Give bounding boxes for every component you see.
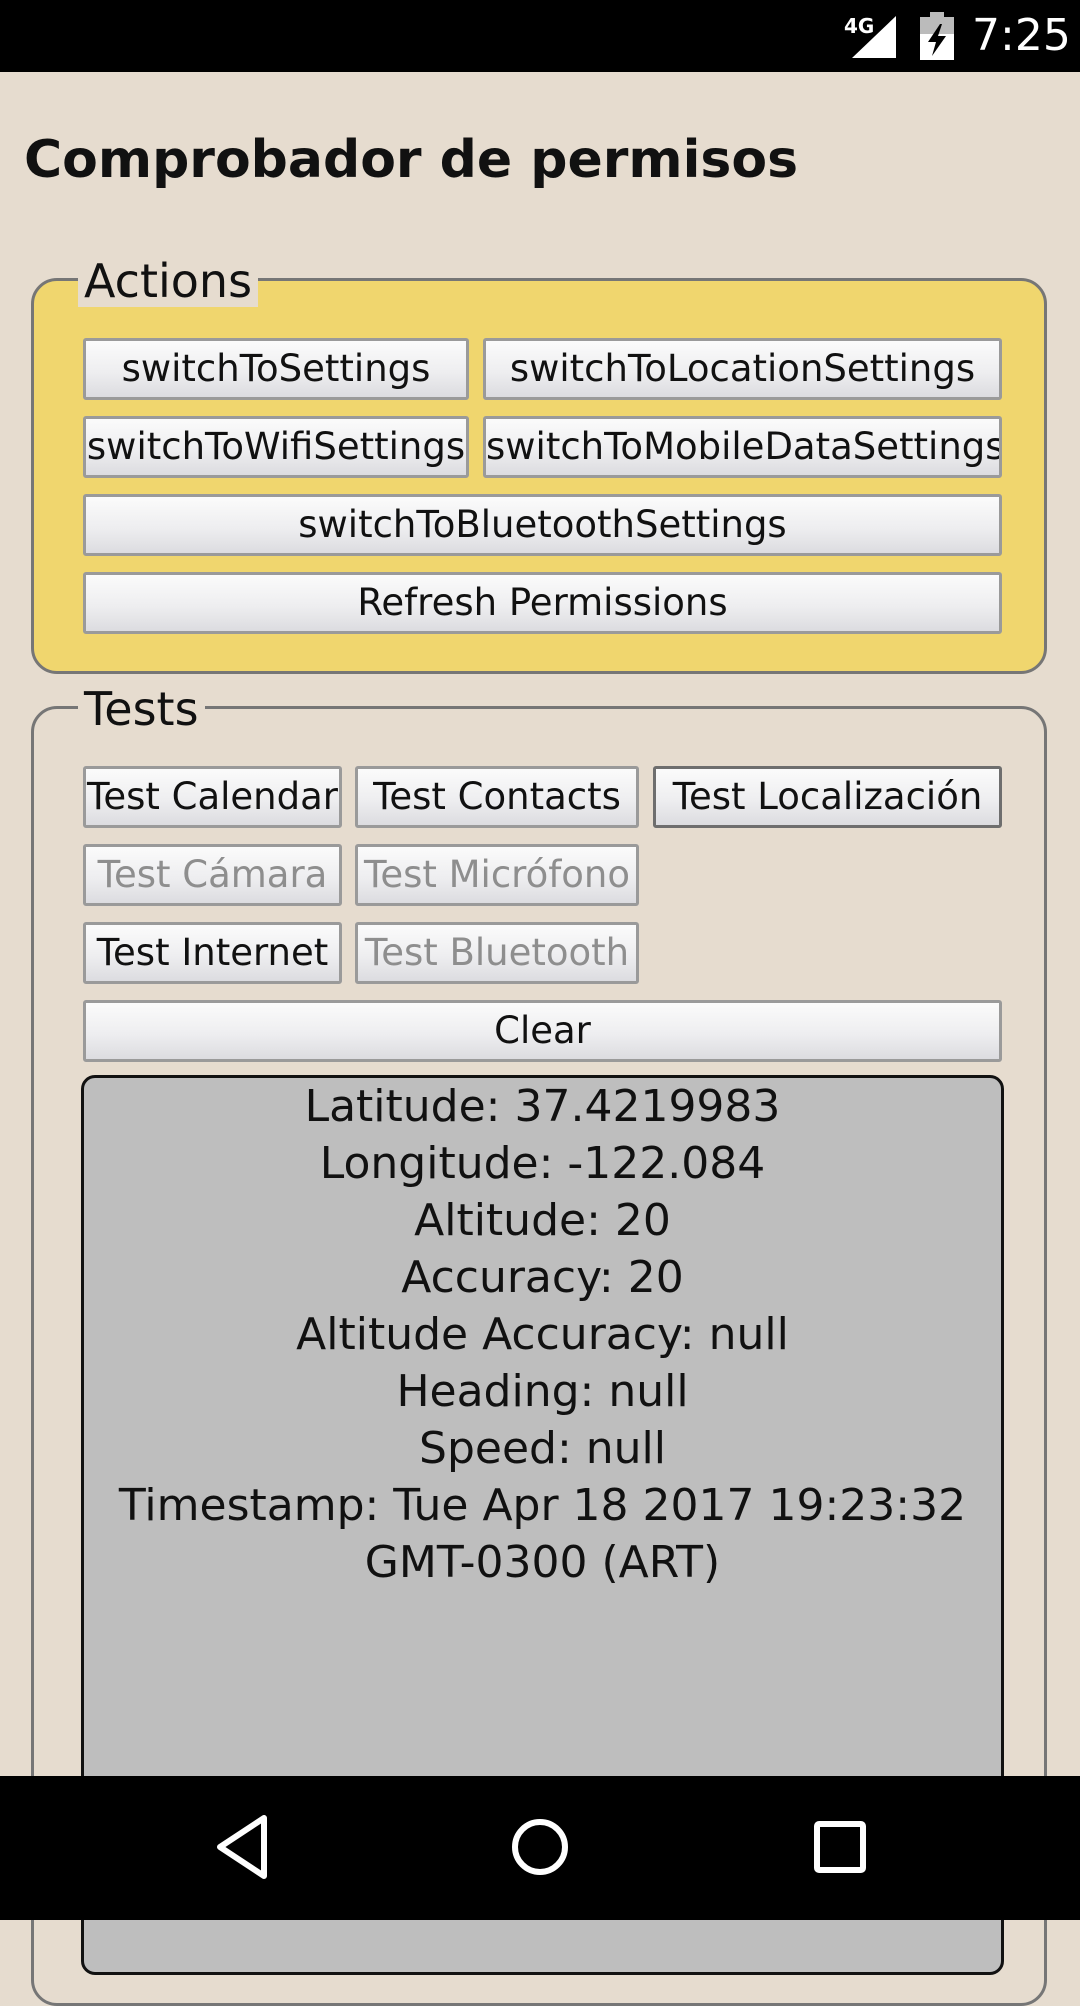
recents-icon[interactable] (812, 1812, 868, 1882)
tests-legend: Tests (78, 683, 205, 735)
actions-legend: Actions (78, 255, 259, 307)
signal-icon (852, 16, 896, 58)
test-camera-button[interactable]: Test Cámara (83, 844, 342, 906)
page-title: Comprobador de permisos (24, 130, 799, 190)
clock: 7:25 (972, 10, 1071, 61)
test-internet-button[interactable]: Test Internet (83, 922, 342, 984)
altitude-text: Altitude: 20 (414, 1195, 671, 1246)
test-contacts-button[interactable]: Test Contacts (355, 766, 639, 828)
switch-to-mobile-data-settings-button[interactable]: switchToMobileDataSettings (483, 416, 1002, 478)
longitude-text: Longitude: -122.084 (319, 1138, 766, 1189)
test-location-button[interactable]: Test Localización (653, 766, 1002, 828)
test-microphone-button[interactable]: Test Micrófono (355, 844, 639, 906)
timestamp-text: Timestamp: Tue Apr 18 2017 19:23:32 (118, 1480, 967, 1531)
accuracy-text: Accuracy: 20 (401, 1252, 684, 1303)
heading-text: Heading: null (396, 1366, 689, 1417)
back-icon[interactable] (212, 1812, 272, 1882)
switch-to-settings-button[interactable]: switchToSettings (83, 338, 469, 400)
home-icon[interactable] (509, 1812, 571, 1882)
status-bar: 4G 7:25 (0, 0, 1080, 72)
actions-group: Actions switchToSettings switchToLocatio… (31, 255, 1047, 674)
speed-text: Speed: null (419, 1423, 666, 1474)
refresh-permissions-button[interactable]: Refresh Permissions (83, 572, 1002, 634)
altitude-accuracy-text: Altitude Accuracy: null (296, 1309, 789, 1360)
timestamp-timezone-text: GMT-0300 (ART) (364, 1537, 721, 1588)
navigation-bar (0, 1776, 1080, 1920)
switch-to-bluetooth-settings-button[interactable]: switchToBluetoothSettings (83, 494, 1002, 556)
switch-to-location-settings-button[interactable]: switchToLocationSettings (483, 338, 1002, 400)
test-bluetooth-button[interactable]: Test Bluetooth (355, 922, 639, 984)
clear-button[interactable]: Clear (83, 1000, 1002, 1062)
test-calendar-button[interactable]: Test Calendar (83, 766, 342, 828)
switch-to-wifi-settings-button[interactable]: switchToWifiSettings (83, 416, 469, 478)
latitude-text: Latitude: 37.4219983 (304, 1081, 781, 1132)
battery-charging-icon (920, 12, 954, 60)
